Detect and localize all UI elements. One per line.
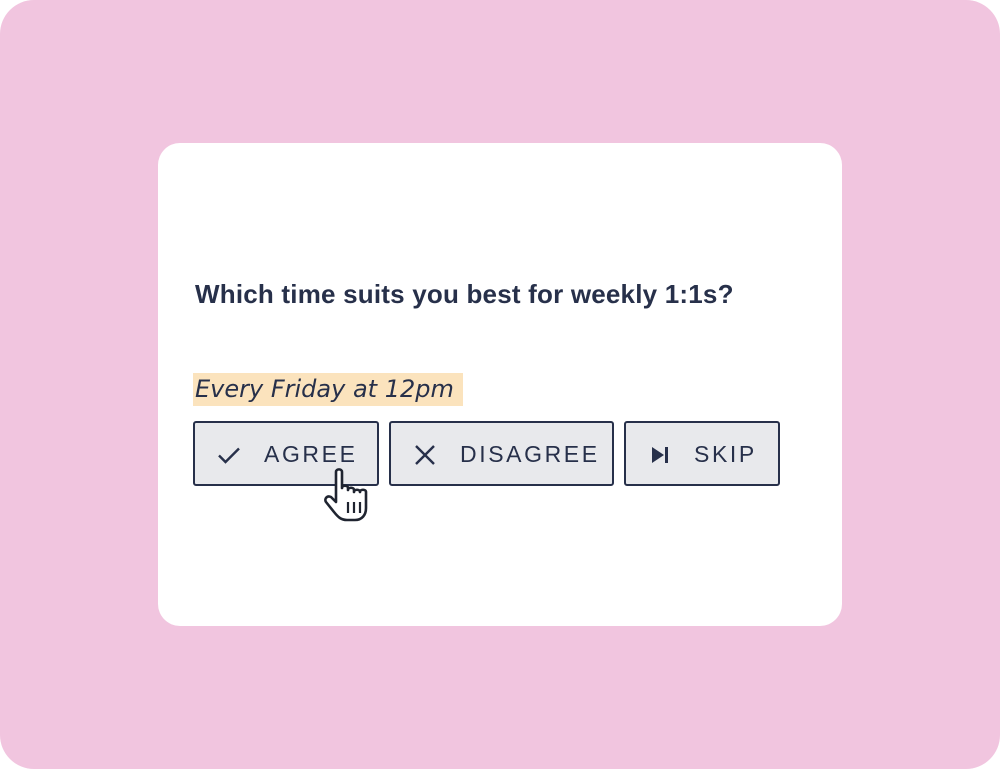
skip-button[interactable]: SKIP (624, 421, 780, 486)
skip-next-icon (652, 447, 668, 463)
question-text: Which time suits you best for weekly 1:1… (195, 279, 734, 309)
question-card: Which time suits you best for weekly 1:1… (158, 143, 842, 626)
checkmark-icon (218, 447, 240, 464)
disagree-button[interactable]: DISAGREE (389, 421, 614, 486)
page-background: Which time suits you best for weekly 1:1… (0, 0, 1000, 769)
x-icon (415, 445, 435, 465)
hand-pointer-cursor-icon (324, 468, 368, 522)
skip-button-label: SKIP (694, 441, 757, 467)
proposed-answer: Every Friday at 12pm (193, 373, 463, 406)
disagree-button-label: DISAGREE (460, 441, 600, 467)
